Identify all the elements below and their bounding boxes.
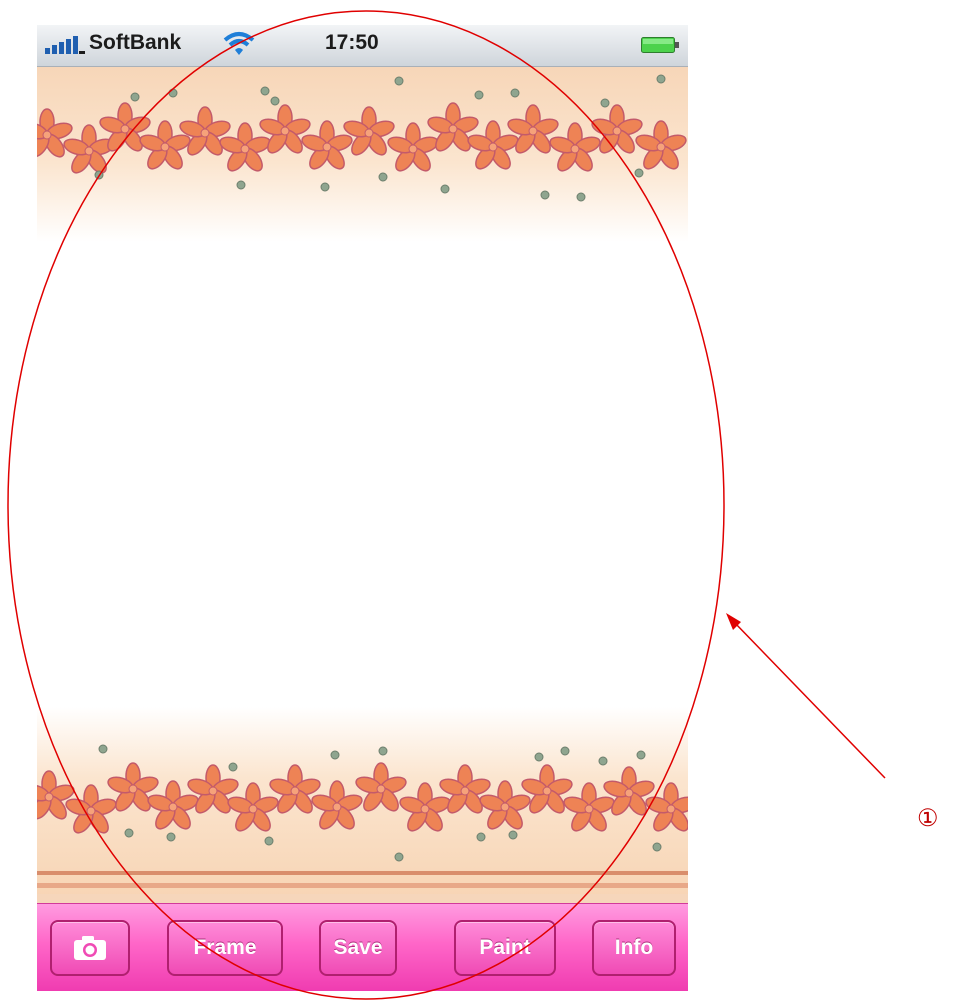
- signal-bars-icon: [45, 36, 85, 54]
- carrier-name: SoftBank: [89, 31, 182, 54]
- camera-button[interactable]: [50, 920, 130, 976]
- annotation-arrowhead: [726, 613, 741, 630]
- save-button[interactable]: Save: [319, 920, 397, 976]
- bottom-toolbar: Frame Save Paint Info: [37, 903, 688, 991]
- frame-button[interactable]: Frame: [167, 920, 283, 976]
- annotation-arrow-line: [733, 621, 886, 779]
- clock: 17:50: [325, 31, 379, 54]
- status-bar: SoftBank 17:50: [37, 25, 688, 67]
- photo-frame-canvas[interactable]: [37, 67, 688, 909]
- phone-screen: SoftBank 17:50 Frame Save Paint Info: [37, 25, 688, 991]
- info-button[interactable]: Info: [592, 920, 676, 976]
- frame-stripe: [37, 871, 688, 875]
- camera-icon: [74, 936, 106, 960]
- battery-icon: [641, 37, 679, 53]
- frame-stripe: [37, 883, 688, 888]
- paint-button[interactable]: Paint: [454, 920, 556, 976]
- annotation-marker: ①: [917, 804, 939, 832]
- wifi-icon: [223, 32, 255, 55]
